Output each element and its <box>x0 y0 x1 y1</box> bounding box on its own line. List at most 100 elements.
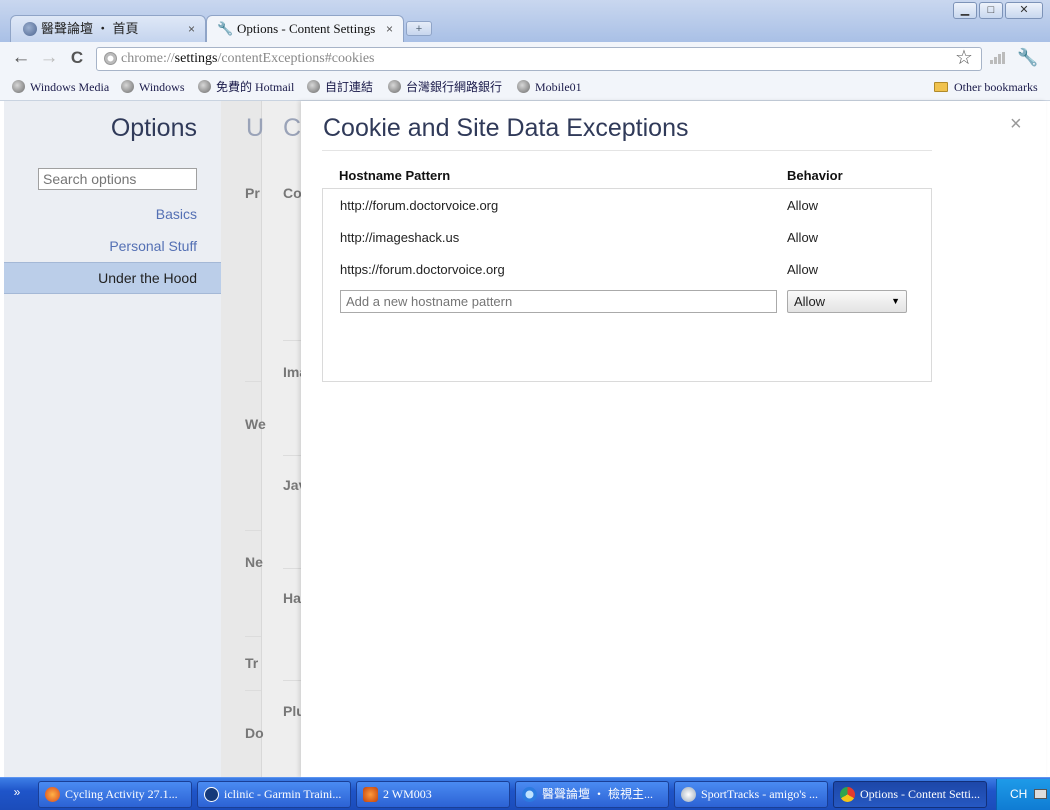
taskbar-item-forum-view[interactable]: 醫聲論壇 ‧ 檢視主... <box>515 781 669 808</box>
options-sidebar <box>4 101 221 777</box>
nav-under-the-hood-label: Under the Hood <box>98 270 197 286</box>
globe-icon <box>307 80 320 93</box>
options-title: Options <box>110 114 197 142</box>
bookmark-label: 自訂連結 <box>325 80 374 94</box>
minimize-button[interactable]: ▁ <box>953 2 977 19</box>
close-window-button[interactable]: ✕ <box>1005 2 1043 19</box>
taskbar-item-wm003[interactable]: 2 WM003 <box>356 781 510 808</box>
nav-under-the-hood[interactable]: Under the Hood <box>4 262 221 294</box>
keyboard-icon[interactable] <box>1034 789 1047 799</box>
background-label: Pr <box>245 185 260 201</box>
signal-icon[interactable] <box>990 52 1005 64</box>
maximize-button[interactable]: □ <box>979 2 1003 19</box>
new-behavior-select[interactable]: Allow ▼ <box>787 290 907 313</box>
new-hostname-pattern-input[interactable] <box>340 290 777 313</box>
nav-personal-stuff[interactable]: Personal Stuff <box>4 238 197 254</box>
new-behavior-value: Allow <box>794 294 826 309</box>
ie-icon <box>522 787 537 802</box>
divider <box>283 455 301 456</box>
divider <box>245 636 261 637</box>
exception-pattern[interactable]: http://forum.doctorvoice.org <box>340 198 498 213</box>
exception-behavior[interactable]: Allow <box>787 230 818 245</box>
language-indicator[interactable]: CH <box>1010 781 1027 807</box>
bookmark-mobile01[interactable]: Mobile01 <box>517 78 582 96</box>
divider <box>245 690 261 691</box>
background-label: Tr <box>245 655 259 671</box>
fox-icon <box>363 787 378 802</box>
tab-close-button[interactable]: × <box>386 16 393 42</box>
exception-pattern[interactable]: https://forum.doctorvoice.org <box>340 262 505 277</box>
bookmark-bank-of-taiwan[interactable]: 台灣銀行網路銀行 <box>388 78 502 96</box>
sporttracks-icon <box>681 787 696 802</box>
taskbar-label: iclinic - Garmin Traini... <box>224 787 342 801</box>
globe-icon <box>517 80 530 93</box>
tab-options-content-settings[interactable]: 🔧 Options - Content Settings × <box>206 15 404 42</box>
taskbar-label: Cycling Activity 27.1... <box>65 787 178 801</box>
divider <box>283 680 301 681</box>
page-info-icon[interactable] <box>104 52 117 65</box>
bookmark-hotmail[interactable]: 免費的 Hotmail <box>198 78 294 96</box>
taskbar-item-iclinic[interactable]: iclinic - Garmin Traini... <box>197 781 351 808</box>
exception-behavior[interactable]: Allow <box>787 198 818 213</box>
forward-button[interactable]: → <box>36 45 62 71</box>
globe-icon <box>12 80 25 93</box>
taskbar-item-sporttracks[interactable]: SportTracks - amigo's ... <box>674 781 828 808</box>
url-host: settings <box>174 51 218 66</box>
taskbar-label: Options - Content Setti... <box>860 787 980 801</box>
tc-icon <box>204 787 219 802</box>
divider <box>283 568 301 569</box>
background-page-title: U <box>246 114 265 142</box>
quick-launch-chevron[interactable]: » <box>0 779 34 810</box>
url-scheme: chrome:// <box>121 51 175 66</box>
wrench-menu-icon[interactable]: 🔧 <box>1017 46 1038 70</box>
column-header-behavior: Behavior <box>787 168 843 183</box>
close-icon[interactable]: × <box>1010 113 1022 136</box>
dialog-title: Cookie and Site Data Exceptions <box>323 114 689 142</box>
url-text[interactable]: chrome://settings/contentExceptions#cook… <box>121 48 375 70</box>
reload-button[interactable]: C <box>64 45 90 71</box>
folder-icon <box>934 82 948 92</box>
taskbar-item-cycling-activity[interactable]: Cycling Activity 27.1... <box>38 781 192 808</box>
divider <box>245 530 261 531</box>
other-bookmarks[interactable]: Other bookmarks <box>934 78 1038 96</box>
bookmark-label: 台灣銀行網路銀行 <box>406 80 503 94</box>
taskbar-label: SportTracks - amigo's ... <box>701 787 819 801</box>
bookmark-windows-media[interactable]: Windows Media <box>12 78 109 96</box>
bookmark-custom-links[interactable]: 自訂連結 <box>307 78 373 96</box>
bookmark-label: Windows Media <box>30 80 110 94</box>
exceptions-list <box>322 188 932 382</box>
background-label: Ne <box>245 554 263 570</box>
bookmark-label: 免費的 Hotmail <box>216 80 295 94</box>
divider <box>283 340 301 341</box>
dialog-divider <box>322 150 932 151</box>
new-tab-button[interactable]: + <box>406 21 432 36</box>
firefox-icon <box>45 787 60 802</box>
wrench-icon: 🔧 <box>217 21 234 36</box>
background-label: Co <box>283 185 302 201</box>
divider <box>245 381 261 382</box>
exception-pattern[interactable]: http://imageshack.us <box>340 230 459 245</box>
bookmark-star-icon[interactable]: ☆ <box>955 47 973 69</box>
exception-behavior[interactable]: Allow <box>787 262 818 277</box>
tab-close-button[interactable]: × <box>188 16 195 42</box>
background-label: We <box>245 416 266 432</box>
back-button[interactable]: ← <box>8 45 34 71</box>
bookmark-label: Mobile01 <box>535 80 582 94</box>
nav-basics[interactable]: Basics <box>4 206 197 222</box>
tab-forum-home[interactable]: 醫聲論壇 ‧ 首頁 × <box>10 15 206 42</box>
background-subpage <box>261 101 302 777</box>
bookmark-windows[interactable]: Windows <box>121 78 185 96</box>
background-label: Do <box>245 725 264 741</box>
globe-icon <box>121 80 134 93</box>
tab-label: 醫聲論壇 ‧ 首頁 <box>41 21 139 36</box>
taskbar-label: 醫聲論壇 ‧ 檢視主... <box>542 787 654 801</box>
chevron-down-icon: ▼ <box>891 296 900 306</box>
background-label: Ha <box>283 590 301 606</box>
background-subpage-title: C <box>283 114 302 142</box>
search-options-input[interactable] <box>38 168 197 190</box>
other-bookmarks-label: Other bookmarks <box>954 80 1038 94</box>
globe-icon <box>198 80 211 93</box>
taskbar-item-options-content-settings[interactable]: Options - Content Setti... <box>833 781 987 808</box>
globe-icon <box>23 22 37 36</box>
url-path: /contentExceptions#cookies <box>217 51 375 66</box>
